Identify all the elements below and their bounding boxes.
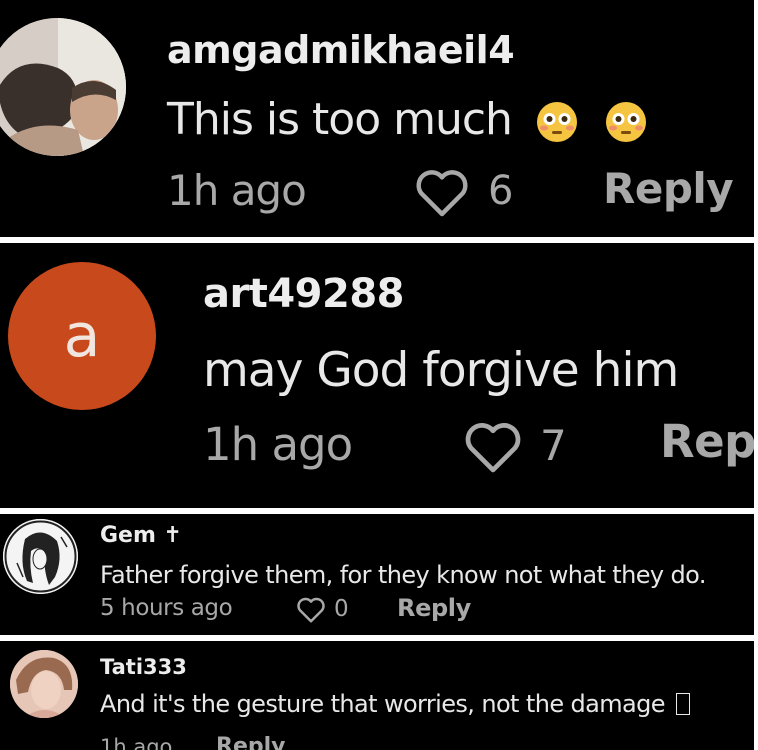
username[interactable]: Tati333	[100, 655, 187, 679]
missing-glyph-icon	[675, 693, 690, 715]
timestamp: 5 hours ago	[100, 595, 233, 621]
comment-item: Gem ✝ Father forgive them, for they know…	[0, 514, 754, 635]
like-count: 6	[488, 168, 514, 214]
avatar-photo	[0, 18, 126, 156]
reply-button[interactable]: Reply	[603, 164, 734, 213]
avatar-letter: a	[63, 301, 101, 371]
avatar-photo	[10, 650, 78, 718]
flushed-face-icon	[605, 102, 646, 142]
comment-text: Father forgive them, for they know not w…	[100, 561, 706, 589]
timestamp: 1h ago	[167, 166, 307, 215]
avatar[interactable]	[3, 519, 78, 594]
comment-item: amgadmikhaeil4 This is too much 1h ago 6…	[0, 0, 754, 237]
comment-text-content: This is too much	[167, 94, 513, 145]
comment-text-content: And it's the gesture that worries, not t…	[100, 690, 666, 718]
timestamp: 1h ago	[203, 418, 353, 471]
comment-item: a art49288 may God forgive him 1h ago 7 …	[0, 243, 754, 508]
comment-text: may God forgive him	[203, 343, 679, 398]
avatar[interactable]	[0, 18, 126, 156]
username[interactable]: amgadmikhaeil4	[167, 28, 515, 72]
comment-item: Tati333 And it's the gesture that worrie…	[0, 641, 754, 750]
reply-button[interactable]: Rep	[660, 415, 754, 468]
avatar[interactable]	[10, 650, 78, 718]
heart-icon[interactable]	[463, 420, 523, 475]
comment-text: And it's the gesture that worries, not t…	[100, 690, 690, 718]
comment-text: This is too much	[167, 94, 648, 145]
like-count: 7	[540, 421, 567, 470]
reply-button[interactable]: Reply	[216, 734, 286, 750]
username[interactable]: Gem ✝	[100, 523, 182, 548]
flushed-face-icon	[536, 102, 577, 142]
avatar-sketch	[3, 519, 78, 594]
like-count: 0	[334, 596, 349, 622]
heart-icon[interactable]	[296, 596, 326, 624]
timestamp: 1h ago	[100, 735, 173, 750]
heart-icon[interactable]	[414, 167, 470, 219]
avatar[interactable]: a	[8, 262, 156, 410]
reply-button[interactable]: Reply	[397, 594, 471, 622]
username[interactable]: art49288	[203, 271, 405, 317]
